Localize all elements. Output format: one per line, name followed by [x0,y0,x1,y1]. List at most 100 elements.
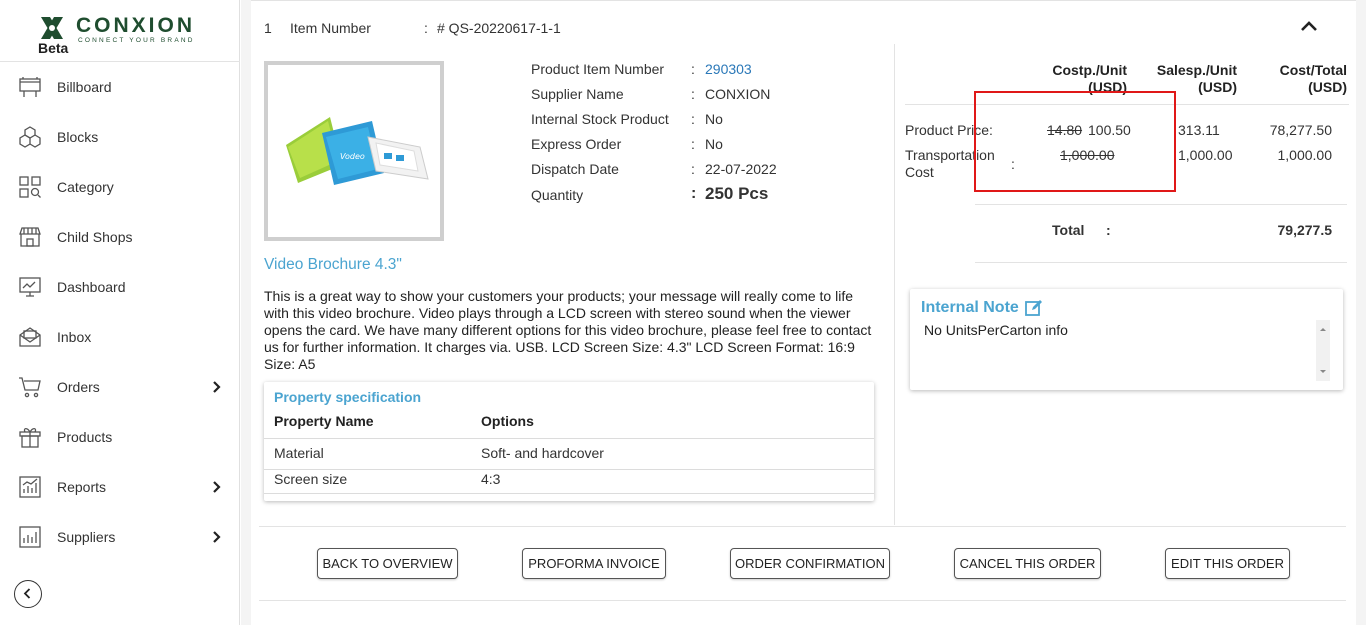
dashboard-icon [19,277,41,297]
sidebar-item-label: Billboard [57,79,112,95]
item-index: 1 [264,20,272,36]
total-divider-top [975,204,1347,205]
item-number-value: # QS-20220617-1-1 [437,20,561,36]
chevron-right-icon[interactable] [210,527,224,547]
detail-colon: : [691,111,695,127]
internal-note-title: Internal Note [921,299,1019,316]
total-label: Total [1052,222,1085,238]
row-divider [264,493,874,494]
brand-name: CONXION [76,14,196,37]
chevron-left-icon [23,588,31,599]
scroll-up-icon [1320,328,1326,331]
table-cell: Screen size [274,471,348,487]
detail-label-product-item-number: Product Item Number [531,61,665,77]
detail-label-supplier: Supplier Name [531,86,624,102]
sidebar-item-label: Child Shops [57,229,133,245]
sidebar-item-label: Suppliers [57,529,116,545]
product-description: This is a great way to show your custome… [264,288,872,372]
sidebar-item-billboard[interactable]: Billboard [0,63,240,113]
header-line: Cost/Total [1279,62,1347,78]
inbox-icon [19,327,41,347]
total-value: 79,277.5 [1277,222,1333,238]
header-cost-total: Cost/Total (USD) [1247,62,1347,96]
video-brochure-image: Vodeo [286,117,429,185]
order-item-card: 1 Item Number : # QS-20220617-1-1 Vodeo [251,0,1356,625]
back-to-overview-button[interactable]: BACK TO OVERVIEW [317,548,458,579]
detail-label-dispatch-date: Dispatch Date [531,161,619,177]
sidebar: CONXION CONNECT YOUR BRAND Beta Billboar… [0,0,240,625]
header-line: Salesp./Unit [1156,62,1237,78]
internal-note-text[interactable]: No UnitsPerCarton info [924,322,1068,338]
cost-total: 78,277.50 [1269,122,1332,138]
sidebar-item-blocks[interactable]: Blocks [0,113,240,163]
transport-sales: 1,000.00 [1178,147,1233,163]
detail-colon: : [691,161,695,177]
divider [259,526,1346,527]
blocks-icon [19,126,41,148]
total-colon: : [1106,222,1111,238]
sidebar-item-label: Orders [57,379,100,395]
collapse-sidebar-button[interactable] [14,580,42,608]
detail-label-quantity: Quantity [531,187,584,203]
detail-colon: : [691,136,695,152]
cart-icon [19,377,41,398]
sidebar-item-label: Dashboard [57,279,126,295]
category-icon [19,176,41,198]
detail-colon: : [691,185,697,202]
sidebar-item-orders[interactable]: Orders [0,363,240,413]
chevron-right-icon[interactable] [210,377,224,397]
sidebar-item-dashboard[interactable]: Dashboard [0,263,240,313]
order-confirmation-button[interactable]: ORDER CONFIRMATION [730,548,890,579]
product-title: Video Brochure 4.3" [264,256,402,273]
detail-value-express-order: No [705,136,723,152]
detail-colon: : [691,61,695,77]
column-header-options: Options [481,413,534,429]
brand-tagline: CONNECT YOUR BRAND [78,37,195,44]
billboard-icon [19,77,41,97]
column-divider [894,44,895,525]
transport-total: 1,000.00 [1277,147,1333,163]
sidebar-item-label: Inbox [57,329,92,345]
table-cell: 4:3 [481,471,501,487]
brand-logo[interactable]: CONXION CONNECT YOUR BRAND Beta [0,0,240,62]
product-image: Vodeo [264,61,444,241]
edit-icon[interactable] [1024,298,1044,318]
beta-badge: Beta [38,40,69,56]
sidebar-item-label: Products [57,429,113,445]
sidebar-item-reports[interactable]: Reports [0,463,240,513]
detail-label-express-order: Express Order [531,136,622,152]
highlight-box [974,91,1176,192]
sidebar-item-label: Reports [57,479,107,495]
sidebar-item-child-shops[interactable]: Child Shops [0,213,240,263]
sidebar-item-suppliers[interactable]: Suppliers [0,513,240,563]
reports-icon [19,476,41,498]
item-number-label: Item Number [290,20,371,36]
scroll-down-icon [1320,370,1326,373]
cancel-order-button[interactable]: CANCEL THIS ORDER [954,548,1101,579]
detail-label-internal-stock: Internal Stock Product [531,111,669,127]
table-cell: Material [274,445,324,461]
total-divider-bottom [975,262,1347,263]
transport-label-line2: Cost [905,164,934,180]
sidebar-item-products[interactable]: Products [0,413,240,463]
note-scrollbar[interactable] [1316,320,1330,381]
property-specification-table: Property specification Property Name Opt… [264,382,874,501]
sidebar-item-category[interactable]: Category [0,163,240,213]
main-content: 1 Item Number : # QS-20220617-1-1 Vodeo [241,0,1366,625]
box-icon [19,427,41,448]
proforma-invoice-button[interactable]: PROFORMA INVOICE [522,548,666,579]
suppliers-icon [19,526,41,548]
sidebar-item-label: Blocks [57,129,99,145]
chevron-right-icon[interactable] [210,477,224,497]
edit-order-button[interactable]: EDIT THIS ORDER [1165,548,1290,579]
chevron-up-icon[interactable] [1299,19,1319,33]
sidebar-item-inbox[interactable]: Inbox [0,313,240,363]
product-item-number-link[interactable]: 290303 [705,61,752,77]
sidebar-item-label: Category [57,179,114,195]
table-cell: Soft- and hardcover [481,445,604,461]
row-divider [264,469,874,470]
item-colon: : [424,20,428,36]
detail-colon: : [691,86,695,102]
detail-value-supplier: CONXION [705,86,771,102]
item-header[interactable]: 1 Item Number : # QS-20220617-1-1 [251,0,1356,54]
